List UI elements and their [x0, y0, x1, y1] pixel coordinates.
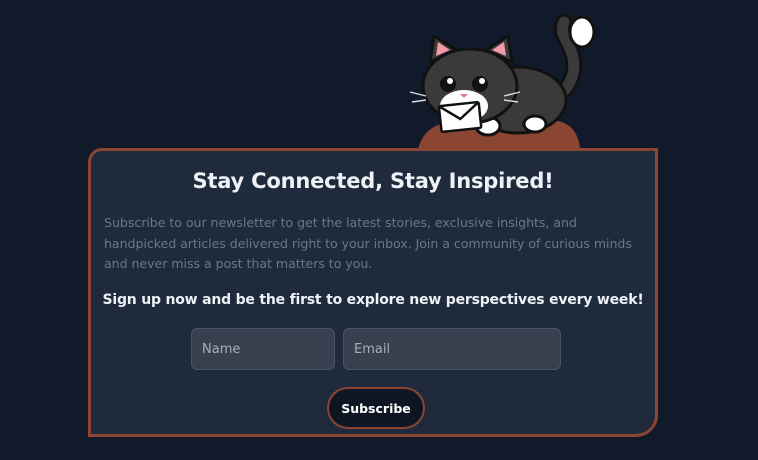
- newsletter-cta: Sign up now and be the first to explore …: [102, 292, 644, 308]
- cat-mascot-icon: [409, 13, 596, 150]
- newsletter-title: Stay Connected, Stay Inspired!: [192, 169, 554, 193]
- newsletter-description: Subscribe to our newsletter to get the l…: [104, 215, 632, 271]
- subscribe-button[interactable]: Subscribe: [327, 387, 425, 429]
- email-input[interactable]: [343, 328, 561, 370]
- newsletter-card: Stay Connected, Stay Inspired! Subscribe…: [88, 148, 658, 437]
- name-input[interactable]: [191, 328, 335, 370]
